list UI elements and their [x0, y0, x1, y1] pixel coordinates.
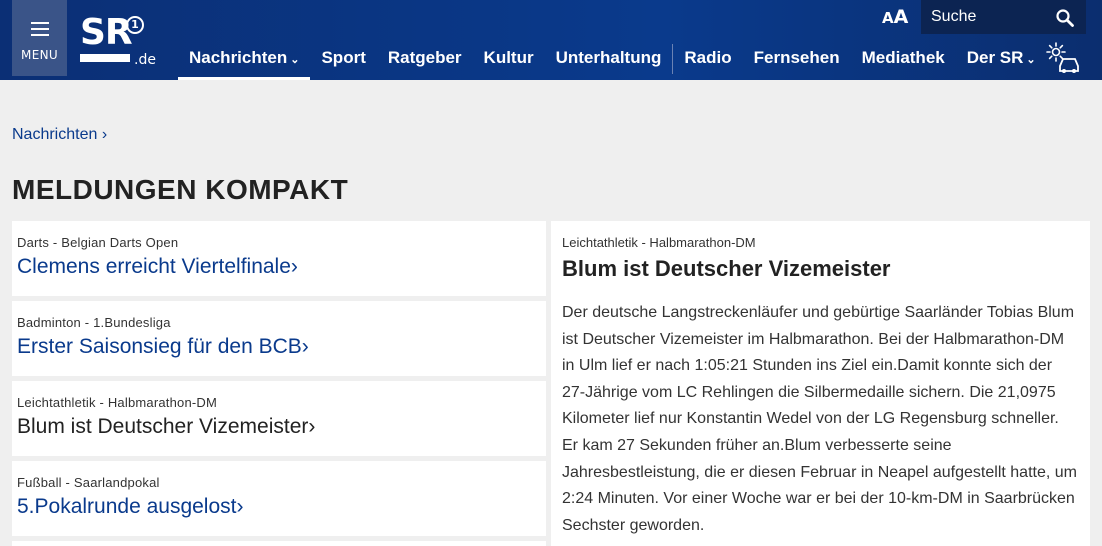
logo-text: SR: [80, 12, 133, 53]
search-icon[interactable]: [1055, 8, 1075, 28]
card-headline[interactable]: Erster Saisonsieg für den BCB›: [17, 335, 541, 359]
card-headline[interactable]: Blum ist Deutscher Vizemeister›: [17, 415, 541, 439]
article-panel: Leichtathletik - Halbmarathon-DM Blum is…: [551, 221, 1090, 546]
nav-label: Radio: [684, 48, 732, 67]
menu-button[interactable]: MENU: [12, 0, 67, 76]
card-headline[interactable]: Clemens erreicht Viertelfinale›: [17, 255, 541, 279]
nav-label: Unterhaltung: [555, 48, 662, 67]
site-header: MENU SR 1 .de Nachrichten ⌄ Sport Ratgebe…: [0, 0, 1102, 80]
breadcrumb[interactable]: Nachrichten ›: [12, 126, 107, 144]
nav-item-nachrichten[interactable]: Nachrichten ⌄: [178, 44, 311, 80]
traffic-weather-icon[interactable]: [1046, 42, 1080, 74]
article-category: Leichtathletik - Halbmarathon-DM: [562, 235, 756, 250]
nav-label: Fernsehen: [753, 48, 840, 67]
logo-circle: 1: [126, 16, 144, 34]
chevron-down-icon: ⌄: [1026, 54, 1036, 66]
hamburger-icon: [31, 22, 49, 36]
news-card[interactable]: Fußball - Saarlandpokal 5.Pokalrunde aus…: [12, 461, 546, 536]
card-category: Fußball - Saarlandpokal: [17, 475, 160, 490]
nav-item-fernsehen[interactable]: Fernsehen: [743, 44, 851, 80]
nav-item-der-sr[interactable]: Der SR ⌄: [956, 44, 1047, 80]
main-nav: Nachrichten ⌄ Sport Ratgeber Kultur Unter…: [178, 44, 1047, 80]
news-card-partial[interactable]: [12, 541, 546, 546]
font-size-button[interactable]: AA: [882, 6, 908, 28]
nav-item-mediathek[interactable]: Mediathek: [851, 44, 956, 80]
nav-label: Nachrichten: [189, 48, 288, 67]
font-size-small: A: [882, 9, 894, 27]
card-category: Leichtathletik - Halbmarathon-DM: [17, 395, 218, 410]
nav-label: Ratgeber: [387, 48, 462, 67]
chevron-down-icon: ⌄: [290, 54, 300, 66]
nav-label: Der SR: [966, 48, 1024, 67]
nav-item-sport[interactable]: Sport: [310, 44, 376, 80]
nav-label: Kultur: [483, 48, 534, 67]
nav-item-unterhaltung[interactable]: Unterhaltung: [545, 44, 673, 80]
nav-item-ratgeber[interactable]: Ratgeber: [377, 44, 473, 80]
menu-label: MENU: [21, 48, 58, 62]
sr-logo[interactable]: SR 1 .de: [80, 12, 160, 68]
nav-item-radio[interactable]: Radio: [673, 44, 742, 80]
article-body: Der deutsche Langstreckenläufer und gebü…: [562, 304, 1077, 534]
card-category: Badminton - 1.Bundesliga: [17, 315, 171, 330]
logo-domain: .de: [134, 52, 156, 68]
nav-label: Mediathek: [861, 48, 945, 67]
card-category: Darts - Belgian Darts Open: [17, 235, 179, 250]
news-card[interactable]: Badminton - 1.Bundesliga Erster Saisonsi…: [12, 301, 546, 376]
search-box: [921, 0, 1086, 34]
page-title: MELDUNGEN KOMPAKT: [12, 174, 349, 205]
article-title: Blum ist Deutscher Vizemeister: [562, 256, 891, 281]
search-input[interactable]: [931, 6, 1051, 28]
font-size-big: A: [893, 6, 909, 28]
nav-item-kultur[interactable]: Kultur: [473, 44, 545, 80]
nav-label: Sport: [321, 48, 366, 67]
card-headline[interactable]: 5.Pokalrunde ausgelost›: [17, 495, 541, 519]
news-card-active[interactable]: Leichtathletik - Halbmarathon-DM Blum is…: [12, 381, 546, 456]
news-card[interactable]: Darts - Belgian Darts Open Clemens errei…: [12, 221, 546, 296]
logo-bar: [80, 54, 130, 62]
